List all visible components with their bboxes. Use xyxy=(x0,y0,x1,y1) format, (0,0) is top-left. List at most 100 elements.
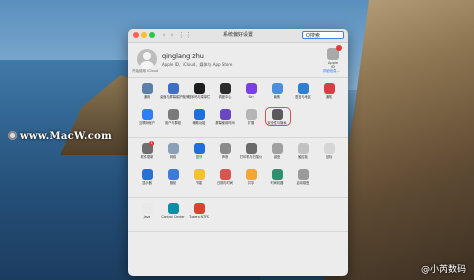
pane-section: 1 软件更新 网络 蓝牙 声音 打印机与扫描仪 键盘 触控板 鼠标显示器 随航 节能 日期与时间 共享 时… xyxy=(128,138,348,198)
pane-label: 启动磁盘 xyxy=(296,181,310,185)
pane-item[interactable]: 程序坞与菜单栏 xyxy=(186,83,212,109)
pane-label: 互联网帐户 xyxy=(139,121,155,125)
pane-item[interactable]: 安全性与隐私 xyxy=(264,107,291,135)
pane-item[interactable]: Control Center xyxy=(160,203,186,229)
pane-item[interactable]: 蓝牙 xyxy=(186,143,212,169)
time-machine-icon xyxy=(271,169,283,180)
date-time-icon xyxy=(219,169,231,180)
pane-item[interactable]: 互联网帐户 xyxy=(134,109,160,135)
pane-label: 触控板 xyxy=(298,155,308,159)
pane-label: 用户与群组 xyxy=(165,121,181,125)
pane-item[interactable]: 调度中心 xyxy=(212,83,238,109)
user-subtitle: Apple ID、iCloud、媒体与 App Store xyxy=(162,62,233,67)
pane-label: 共享 xyxy=(247,181,255,185)
spotlight-icon xyxy=(271,83,283,94)
pane-item[interactable]: 通用 xyxy=(134,83,160,109)
pane-item[interactable]: 通知 xyxy=(316,83,342,109)
pane-item[interactable]: 网络 xyxy=(160,143,186,169)
pane-label: 语言与地区 xyxy=(295,95,311,99)
pane-grid: Java Control Center Tuxera NTFS xyxy=(128,203,348,229)
dock-icon xyxy=(193,83,205,94)
network-icon xyxy=(167,143,179,154)
pane-item[interactable]: 辅助功能 xyxy=(186,109,212,135)
pane-item[interactable]: Siri xyxy=(238,83,264,109)
pane-item[interactable]: 语言与地区 xyxy=(290,83,316,109)
keyboard-icon xyxy=(271,143,283,154)
pane-item[interactable]: 声音 xyxy=(212,143,238,169)
pane-label: 软件更新 xyxy=(140,155,154,159)
pane-item[interactable]: Java xyxy=(134,203,160,229)
apple-id-label: Apple ID xyxy=(328,61,338,69)
pane-item[interactable]: 用户与群组 xyxy=(160,109,186,135)
pane-item[interactable]: 节能 xyxy=(186,169,212,195)
users-groups-icon xyxy=(167,109,179,120)
desktop-icon xyxy=(167,83,179,94)
notifications-icon xyxy=(323,83,335,94)
icloud-text: 开始使用 iCloud xyxy=(132,69,159,73)
pane-label: 随航 xyxy=(169,181,177,185)
sidecar-icon xyxy=(167,169,179,180)
logi-icon xyxy=(167,203,179,214)
corner-watermark: @小芮数码 xyxy=(420,265,466,275)
pane-label: 打印机与扫描仪 xyxy=(239,155,263,159)
details-link[interactable]: 详细信息... xyxy=(323,69,340,74)
general-icon xyxy=(141,83,153,94)
pane-section: Java Control Center Tuxera NTFS xyxy=(128,198,348,232)
pane-item[interactable]: 打印机与扫描仪 xyxy=(238,143,264,169)
pane-label: 时间机器 xyxy=(270,181,284,185)
pane-item[interactable]: 鼠标 xyxy=(316,143,342,169)
java-icon xyxy=(141,203,153,214)
displays-icon xyxy=(141,169,153,180)
pane-label: 辅助功能 xyxy=(192,121,206,125)
avatar[interactable] xyxy=(137,49,157,69)
pane-item[interactable]: Tuxera NTFS xyxy=(186,203,212,229)
site-watermark-text: www.MacW.com xyxy=(20,131,113,142)
search-value: Q搜索 xyxy=(306,33,320,39)
apple-id-icon xyxy=(327,45,342,60)
pane-item[interactable]: 日期与时间 xyxy=(212,169,238,195)
pane-label: 聚焦 xyxy=(273,95,281,99)
pane-label: 屏幕使用时间 xyxy=(215,121,235,125)
pane-label: Java xyxy=(143,215,151,219)
pane-label: 鼠标 xyxy=(325,155,333,159)
tuxera-icon xyxy=(193,203,205,214)
site-watermark: www.MacW.com xyxy=(8,131,112,142)
pane-item[interactable]: 随航 xyxy=(160,169,186,195)
pane-grid: 1 软件更新 网络 蓝牙 声音 打印机与扫描仪 键盘 触控板 鼠标显示器 随航 节能 日期与时间 共享 时… xyxy=(128,141,348,195)
preference-panes: 通用 桌面与屏幕保护程序 程序坞与菜单栏 调度中心 Siri 聚焦 语言与地区 通知互联网帐户… xyxy=(128,78,348,232)
pane-item[interactable]: 时间机器 xyxy=(264,169,290,195)
screen-time-icon xyxy=(219,109,231,120)
icloud-banner: 开始使用 iCloud 详细信息... xyxy=(132,69,340,74)
pane-item[interactable]: 1 软件更新 xyxy=(134,141,160,169)
startup-disk-icon xyxy=(297,169,309,180)
pane-item[interactable]: 扩展 xyxy=(238,109,264,135)
macw-logo-icon xyxy=(8,131,17,140)
accessibility-icon xyxy=(193,109,205,120)
mission-control-icon xyxy=(219,83,231,94)
update-badge: 1 xyxy=(149,141,154,146)
pane-item[interactable]: 显示器 xyxy=(134,169,160,195)
apple-id-button[interactable]: Apple ID xyxy=(326,45,342,69)
search-input[interactable]: Q搜索 xyxy=(302,31,344,39)
trackpad-icon xyxy=(297,143,309,154)
internet-accounts-icon xyxy=(141,109,153,120)
pane-item[interactable]: 屏幕使用时间 xyxy=(212,109,238,135)
pane-item[interactable]: 共享 xyxy=(238,169,264,195)
pane-section: 通用 桌面与屏幕保护程序 程序坞与菜单栏 调度中心 Siri 聚焦 语言与地区 通知互联网帐户… xyxy=(128,78,348,138)
sound-icon xyxy=(219,143,231,154)
pane-label: 声音 xyxy=(221,155,229,159)
bluetooth-icon xyxy=(193,143,205,154)
pane-item[interactable]: 桌面与屏幕保护程序 xyxy=(160,83,189,109)
pane-item[interactable]: 启动磁盘 xyxy=(290,169,316,195)
pane-label: 调度中心 xyxy=(218,95,232,99)
sharing-icon xyxy=(245,169,257,180)
pane-item[interactable]: 聚焦 xyxy=(264,83,290,109)
pane-label: 节能 xyxy=(195,181,203,185)
pane-label: 扩展 xyxy=(247,121,255,125)
pane-item[interactable]: 键盘 xyxy=(264,143,290,169)
pane-label: 键盘 xyxy=(273,155,281,159)
pane-label: 程序坞与菜单栏 xyxy=(187,95,211,99)
mouse-icon xyxy=(323,143,335,154)
pane-item[interactable]: 触控板 xyxy=(290,143,316,169)
pane-grid: 通用 桌面与屏幕保护程序 程序坞与菜单栏 调度中心 Siri 聚焦 语言与地区 通知互联网帐户… xyxy=(128,83,348,135)
